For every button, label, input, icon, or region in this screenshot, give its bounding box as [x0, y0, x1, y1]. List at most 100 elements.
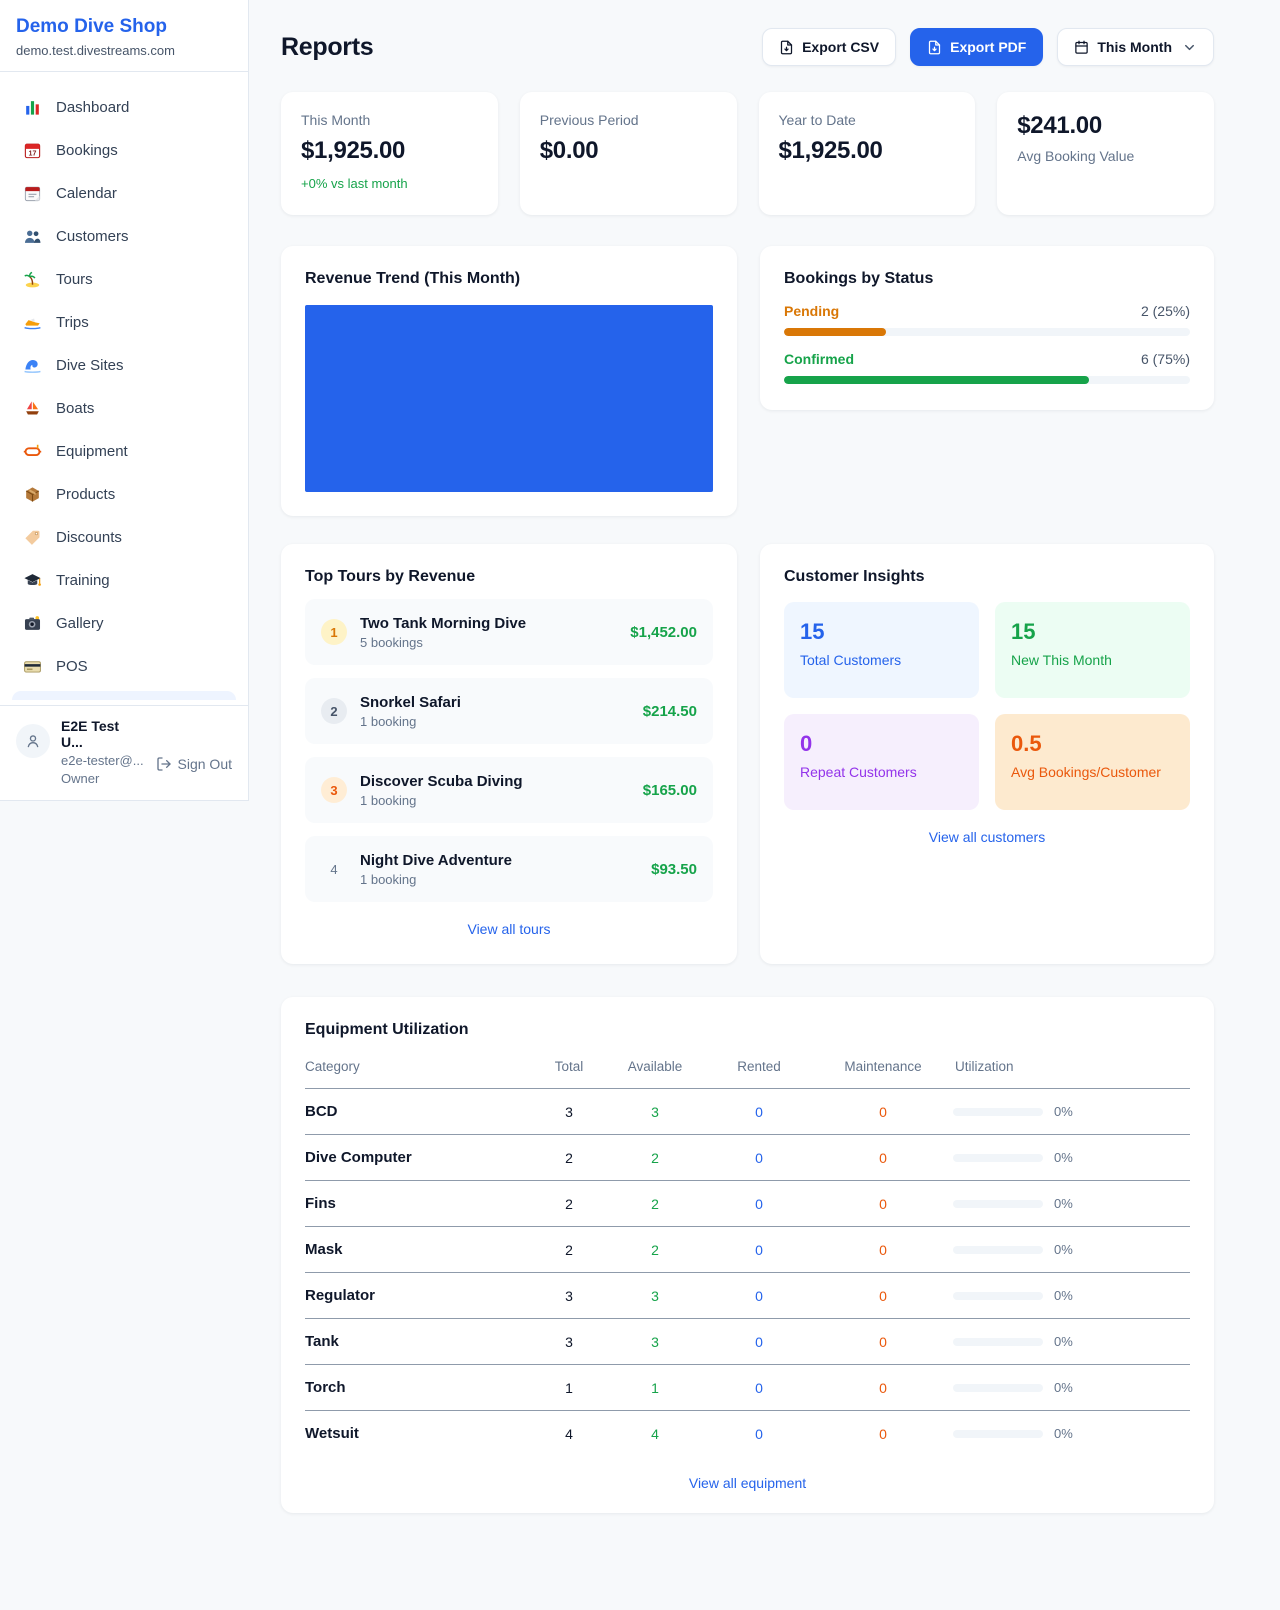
bar-chart-icon: [22, 98, 42, 118]
tour-info: Snorkel Safari 1 booking: [360, 694, 643, 729]
shop-title: Demo Dive Shop: [16, 16, 232, 38]
utilization-bar-track: [953, 1292, 1043, 1300]
file-download-icon: [927, 40, 942, 55]
equipment-available: 3: [605, 1089, 705, 1135]
export-csv-button[interactable]: Export CSV: [762, 28, 896, 66]
utilization-percent: 0%: [1054, 1150, 1073, 1165]
tour-name: Discover Scuba Diving: [360, 773, 643, 790]
status-bar-track: [784, 376, 1190, 384]
equipment-available: 2: [605, 1227, 705, 1273]
period-dropdown[interactable]: This Month: [1057, 28, 1214, 66]
equipment-maintenance: 0: [813, 1319, 953, 1365]
table-row: BCD33000%: [305, 1089, 1190, 1135]
equipment-available: 3: [605, 1273, 705, 1319]
sidebar-item-dashboard[interactable]: Dashboard: [12, 86, 236, 129]
equipment-maintenance: 0: [813, 1089, 953, 1135]
equipment-rented: 0: [705, 1089, 813, 1135]
sidebar-item-calendar[interactable]: Calendar: [12, 172, 236, 215]
stat-card-previous-period: Previous Period $0.00: [520, 92, 737, 215]
equipment-available: 3: [605, 1319, 705, 1365]
tile-value: 15: [1011, 619, 1174, 645]
tour-amount: $165.00: [643, 782, 697, 799]
insight-tile-avg-bookings: 0.5 Avg Bookings/Customer: [995, 714, 1190, 810]
table-row: Tank33000%: [305, 1319, 1190, 1365]
utilization-percent: 0%: [1054, 1380, 1073, 1395]
stat-label: Previous Period: [540, 112, 717, 128]
stat-value: $241.00: [1017, 112, 1194, 140]
tile-label: Repeat Customers: [800, 764, 963, 780]
file-download-icon: [779, 40, 794, 55]
dive-mask-icon: [22, 442, 42, 462]
column-header-category: Category: [305, 1051, 533, 1089]
sidebar-item-boats[interactable]: Boats: [12, 387, 236, 430]
rank-badge: 4: [321, 856, 347, 882]
sidebar-item-discounts[interactable]: Discounts: [12, 516, 236, 559]
equipment-maintenance: 0: [813, 1181, 953, 1227]
sidebar-item-customers[interactable]: Customers: [12, 215, 236, 258]
chevron-down-icon: [1182, 40, 1197, 55]
camera-icon: [22, 614, 42, 634]
utilization-percent: 0%: [1054, 1334, 1073, 1349]
status-row: Pending 2 (25%): [784, 303, 1190, 319]
sidebar-item-bookings[interactable]: 17 Bookings: [12, 129, 236, 172]
utilization-cell: 0%: [953, 1150, 1190, 1165]
main-content: Reports Export CSV Export PDF This Month…: [281, 0, 1214, 1567]
tour-amount: $93.50: [651, 861, 697, 878]
equipment-rented: 0: [705, 1181, 813, 1227]
sidebar-item-tours[interactable]: Tours: [12, 258, 236, 301]
user-email: e2e-tester@...: [61, 752, 145, 770]
credit-card-icon: [22, 657, 42, 677]
utilization-bar-track: [953, 1154, 1043, 1162]
equipment-category: Dive Computer: [305, 1135, 533, 1181]
equipment-total: 2: [533, 1227, 605, 1273]
tile-label: New This Month: [1011, 652, 1174, 668]
sidebar-item-pos[interactable]: POS: [12, 645, 236, 688]
tile-value: 15: [800, 619, 963, 645]
status-bar-fill-confirmed: [784, 376, 1089, 384]
utilization-cell: 0%: [953, 1380, 1190, 1395]
sidebar-item-label: Training: [56, 572, 110, 589]
equipment-utilization-card: Equipment Utilization Category Total Ava…: [281, 997, 1214, 1513]
column-header-available: Available: [605, 1051, 705, 1089]
tour-bookings: 1 booking: [360, 714, 643, 729]
customer-insights-card: Customer Insights 15 Total Customers 15 …: [760, 544, 1214, 964]
utilization-percent: 0%: [1054, 1288, 1073, 1303]
tour-info: Night Dive Adventure 1 booking: [360, 852, 651, 887]
equipment-category: Fins: [305, 1181, 533, 1227]
view-all-customers-link[interactable]: View all customers: [784, 829, 1190, 845]
calendar-date-icon: 17: [22, 141, 42, 161]
sidebar-item-gallery[interactable]: Gallery: [12, 602, 236, 645]
view-all-tours-link[interactable]: View all tours: [305, 921, 713, 937]
export-pdf-button[interactable]: Export PDF: [910, 28, 1043, 66]
utilization-percent: 0%: [1054, 1242, 1073, 1257]
sidebar-item-label: Gallery: [56, 615, 104, 632]
sidebar-item-trips[interactable]: Trips: [12, 301, 236, 344]
utilization-cell: 0%: [953, 1196, 1190, 1211]
view-all-equipment-link[interactable]: View all equipment: [305, 1475, 1190, 1491]
sidebar: Demo Dive Shop demo.test.divestreams.com…: [0, 0, 249, 801]
table-row: Dive Computer22000%: [305, 1135, 1190, 1181]
top-tours-title: Top Tours by Revenue: [305, 568, 713, 586]
equipment-available: 2: [605, 1181, 705, 1227]
table-row: Wetsuit44000%: [305, 1411, 1190, 1457]
user-name: E2E Test U...: [61, 718, 145, 750]
tour-name: Night Dive Adventure: [360, 852, 651, 869]
insight-tile-repeat-customers: 0 Repeat Customers: [784, 714, 979, 810]
stat-card-avg-booking-value: $241.00 Avg Booking Value: [997, 92, 1214, 215]
sidebar-item-dive-sites[interactable]: Dive Sites: [12, 344, 236, 387]
sidebar-item-products[interactable]: Products: [12, 473, 236, 516]
stat-label: Year to Date: [779, 112, 956, 128]
avatar: [16, 724, 50, 758]
top-tours-card: Top Tours by Revenue 1 Two Tank Morning …: [281, 544, 737, 964]
bookings-by-status-title: Bookings by Status: [784, 270, 1190, 288]
column-header-maintenance: Maintenance: [813, 1051, 953, 1089]
equipment-rented: 0: [705, 1319, 813, 1365]
column-header-rented: Rented: [705, 1051, 813, 1089]
sign-out-button[interactable]: Sign Out: [156, 740, 232, 788]
package-icon: [22, 485, 42, 505]
sidebar-item-training[interactable]: Training: [12, 559, 236, 602]
active-nav-item-partial[interactable]: [12, 691, 236, 700]
stat-delta: +0% vs last month: [301, 176, 478, 191]
sidebar-item-equipment[interactable]: Equipment: [12, 430, 236, 473]
shop-domain: demo.test.divestreams.com: [16, 43, 232, 58]
